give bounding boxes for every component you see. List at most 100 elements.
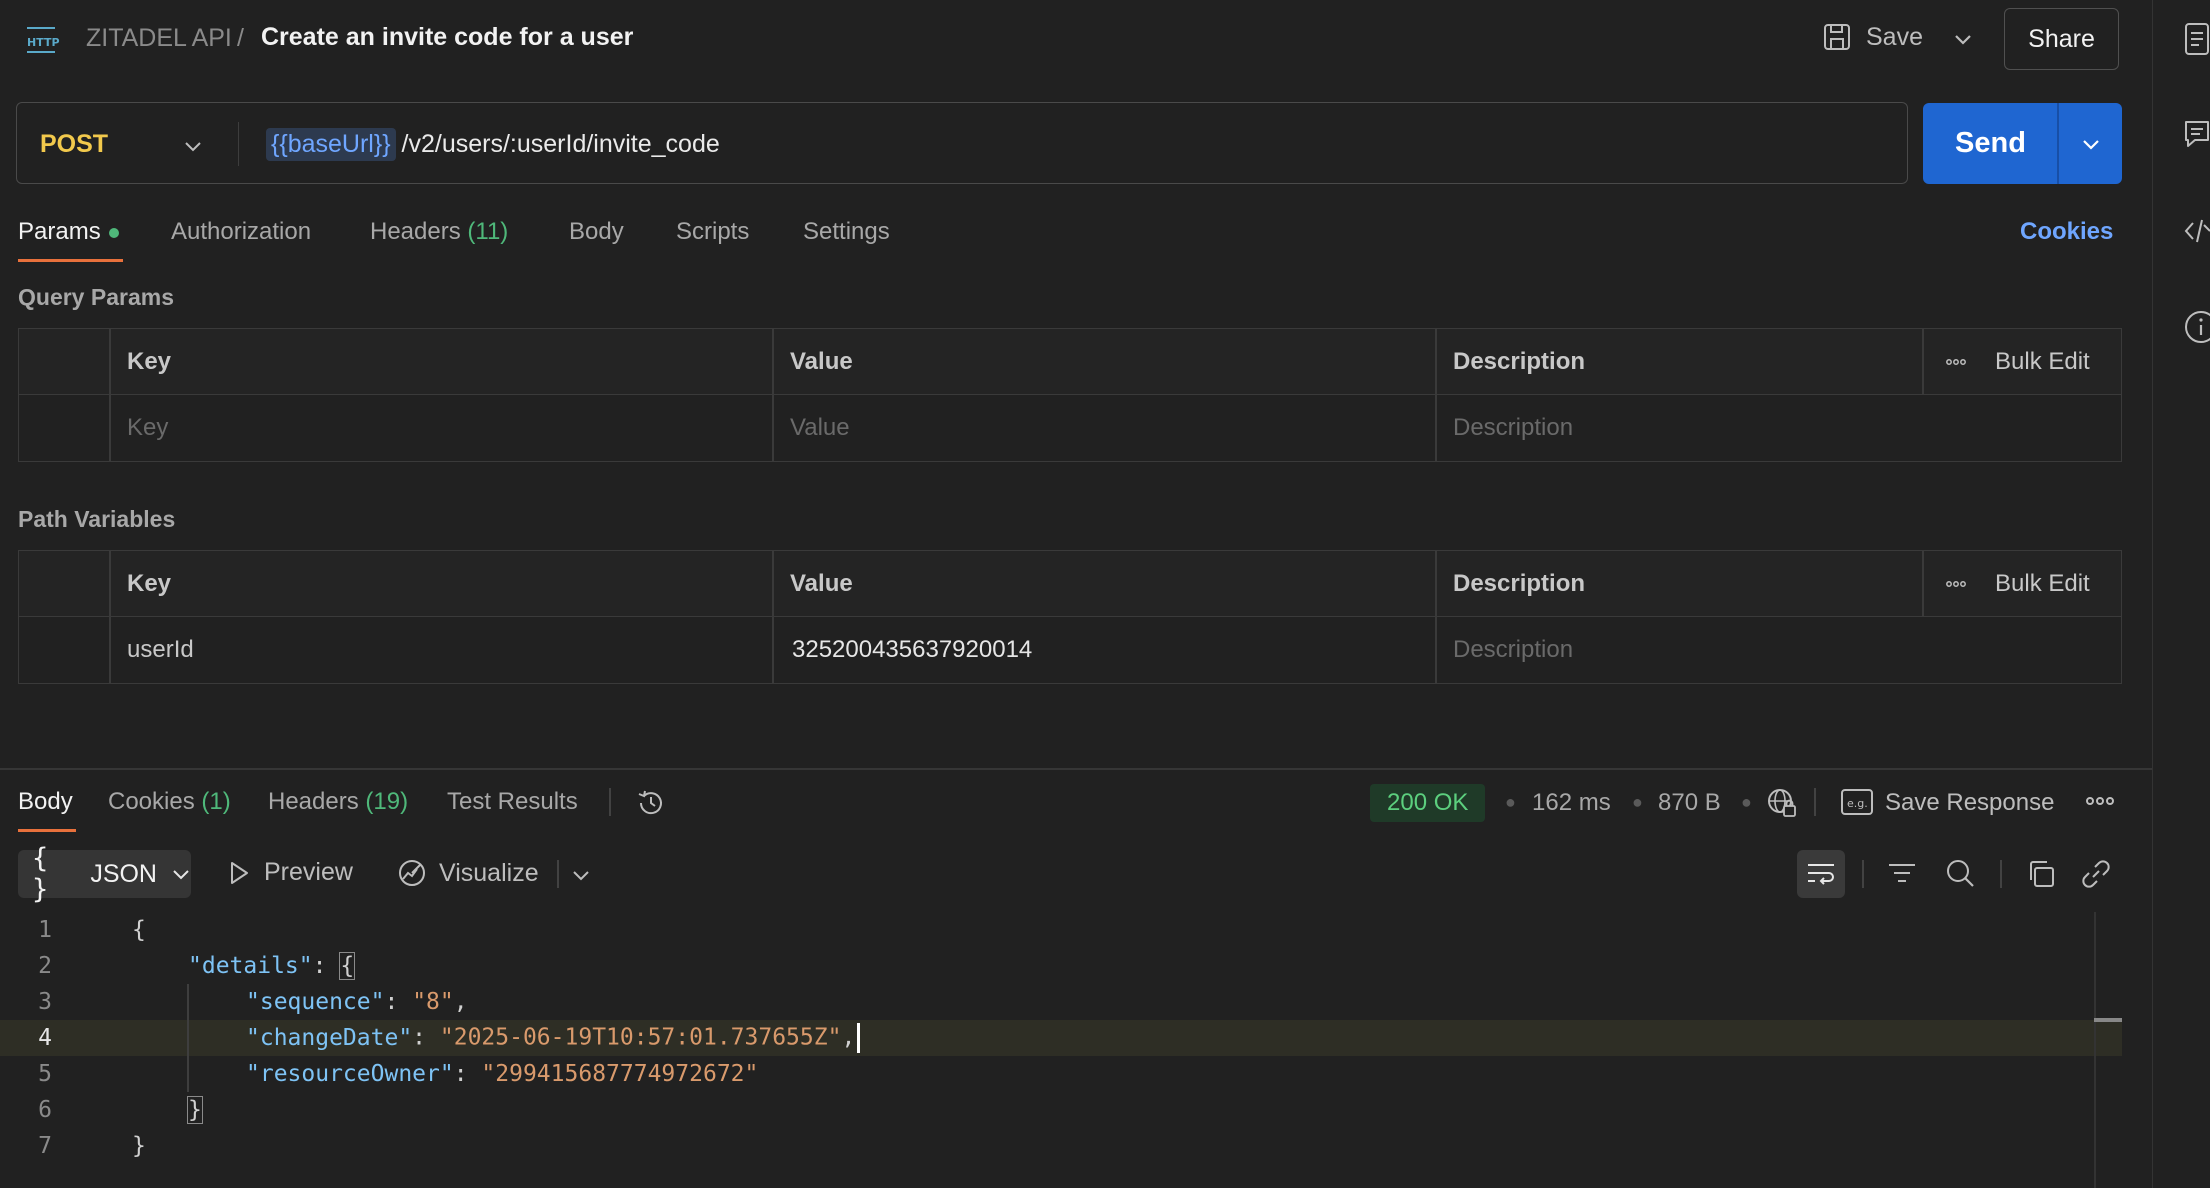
scrollbar-marker[interactable] xyxy=(2094,1018,2122,1022)
code-text: } xyxy=(90,1096,203,1124)
bulk-edit-button[interactable]: Bulk Edit xyxy=(1995,329,2090,395)
code-icon[interactable] xyxy=(2184,216,2210,246)
example-icon: e.g. xyxy=(1840,787,1874,817)
response-tab-headers[interactable]: Headers (19) xyxy=(268,788,408,816)
tab-body[interactable]: Body xyxy=(569,218,624,246)
code-line: 5 "resourceOwner": "299415687774972672" xyxy=(0,1056,2122,1092)
path-variable-value-input[interactable]: 325200435637920014 xyxy=(792,617,1032,683)
info-icon[interactable] xyxy=(2184,310,2210,344)
column-divider xyxy=(109,329,111,461)
cookies-link[interactable]: Cookies xyxy=(2020,218,2113,246)
tab-params[interactable]: Params xyxy=(18,218,119,246)
search-icon[interactable] xyxy=(1944,857,1976,889)
response-divider[interactable] xyxy=(0,768,2152,770)
more-icon[interactable] xyxy=(2085,795,2115,807)
chevron-down-icon xyxy=(1952,28,1974,50)
tab-scripts[interactable]: Scripts xyxy=(676,218,749,246)
column-divider xyxy=(772,329,774,461)
query-params-title: Query Params xyxy=(18,284,174,310)
bulk-edit-button[interactable]: Bulk Edit xyxy=(1995,551,2090,617)
save-options-button[interactable] xyxy=(1952,28,1974,50)
response-body-editor[interactable]: 1 { 2 "details": { 3 "sequence": "8", 4 … xyxy=(0,912,2122,1164)
link-icon[interactable] xyxy=(2080,858,2112,890)
description-input[interactable]: Description xyxy=(1453,617,1573,683)
http-icon: HTTP xyxy=(25,24,61,56)
tab-headers-label: Headers xyxy=(370,218,461,245)
path-variables-table: Key Value Description Bulk Edit userId 3… xyxy=(18,550,2122,684)
json-brace: { xyxy=(339,952,356,980)
docs-icon[interactable] xyxy=(2184,22,2210,56)
chevron-down-icon[interactable] xyxy=(570,864,592,886)
code-text: "changeDate": "2025-06-19T10:57:01.73765… xyxy=(90,1023,861,1053)
response-time[interactable]: 162 ms xyxy=(1532,789,1611,817)
tab-params-label: Params xyxy=(18,218,101,245)
braces-icon: { } xyxy=(32,843,49,905)
tab-divider xyxy=(609,788,611,816)
response-tab-headers-label: Headers xyxy=(268,788,359,815)
line-number: 2 xyxy=(38,953,52,979)
send-button[interactable]: Send xyxy=(1923,103,2058,184)
save-button[interactable]: Save xyxy=(1822,22,1923,52)
meta-separator: ● xyxy=(1505,792,1516,812)
value-input[interactable]: Value xyxy=(790,395,850,461)
tab-headers-count: (11) xyxy=(467,218,509,245)
breadcrumb-separator: / xyxy=(237,24,244,52)
key-column-header: Key xyxy=(127,570,172,597)
svg-text:e.g.: e.g. xyxy=(1847,797,1868,810)
text-cursor xyxy=(857,1023,861,1053)
format-select[interactable]: { } JSON xyxy=(18,843,191,905)
table-header-row: Key Value Description Bulk Edit xyxy=(19,329,2121,395)
json-value: "8" xyxy=(412,989,454,1015)
column-divider xyxy=(109,551,111,683)
visualize-icon xyxy=(397,858,427,888)
toolbar-divider xyxy=(557,860,559,888)
visualize-button[interactable]: Visualize xyxy=(397,858,539,888)
response-tab-body[interactable]: Body xyxy=(18,788,73,816)
send-options-button[interactable] xyxy=(2059,103,2122,184)
preview-label: Preview xyxy=(264,858,353,886)
preview-button[interactable]: Preview xyxy=(226,858,353,887)
key-input[interactable]: Key xyxy=(127,395,168,461)
copy-icon[interactable] xyxy=(2025,858,2057,890)
scrollbar[interactable] xyxy=(2094,912,2096,1188)
json-punct: : xyxy=(453,1061,482,1087)
json-punct: : xyxy=(384,989,413,1015)
history-icon[interactable] xyxy=(634,786,668,820)
url-input[interactable]: {{baseUrl}} /v2/users/:userId/invite_cod… xyxy=(266,128,720,161)
comment-icon[interactable] xyxy=(2184,118,2210,150)
chevron-down-icon[interactable] xyxy=(183,136,203,156)
filter-icon[interactable] xyxy=(1886,860,1918,888)
save-response-button[interactable]: Save Response xyxy=(1885,789,2054,817)
more-icon[interactable] xyxy=(1945,551,1967,617)
response-size[interactable]: 870 B xyxy=(1658,789,1721,817)
json-key: "details" xyxy=(188,953,313,979)
description-input[interactable]: Description xyxy=(1453,395,1573,461)
share-button[interactable]: Share xyxy=(2004,8,2119,70)
json-punct: , xyxy=(841,1024,856,1051)
globe-lock-icon[interactable] xyxy=(1765,786,1799,820)
status-badge[interactable]: 200 OK xyxy=(1370,784,1486,822)
column-divider xyxy=(1922,551,1924,617)
column-divider xyxy=(1435,551,1437,683)
json-brace: } xyxy=(187,1096,203,1124)
url-variable[interactable]: {{baseUrl}} xyxy=(266,128,396,161)
code-line-active: 4 "changeDate": "2025-06-19T10:57:01.737… xyxy=(0,1020,2122,1056)
url-divider xyxy=(238,122,239,166)
response-tab-cookies[interactable]: Cookies (1) xyxy=(108,788,231,816)
save-label: Save xyxy=(1866,22,1923,51)
code-text: "sequence": "8", xyxy=(90,989,468,1015)
response-tab-test-results[interactable]: Test Results xyxy=(447,788,578,816)
code-line: 6 } xyxy=(0,1092,2122,1128)
tab-headers[interactable]: Headers (11) xyxy=(370,218,508,246)
line-number: 3 xyxy=(38,989,52,1015)
toolbar-divider xyxy=(2000,860,2002,888)
more-icon[interactable] xyxy=(1945,329,1967,395)
method-select[interactable]: POST xyxy=(40,130,108,159)
wrap-lines-button[interactable] xyxy=(1797,850,1845,898)
tab-settings[interactable]: Settings xyxy=(803,218,890,246)
value-column-header: Value xyxy=(790,570,853,597)
tab-authorization[interactable]: Authorization xyxy=(171,218,311,246)
breadcrumb-collection[interactable]: ZITADEL API xyxy=(86,24,232,53)
page-title[interactable]: Create an invite code for a user xyxy=(261,23,633,52)
key-column-header: Key xyxy=(127,348,172,375)
